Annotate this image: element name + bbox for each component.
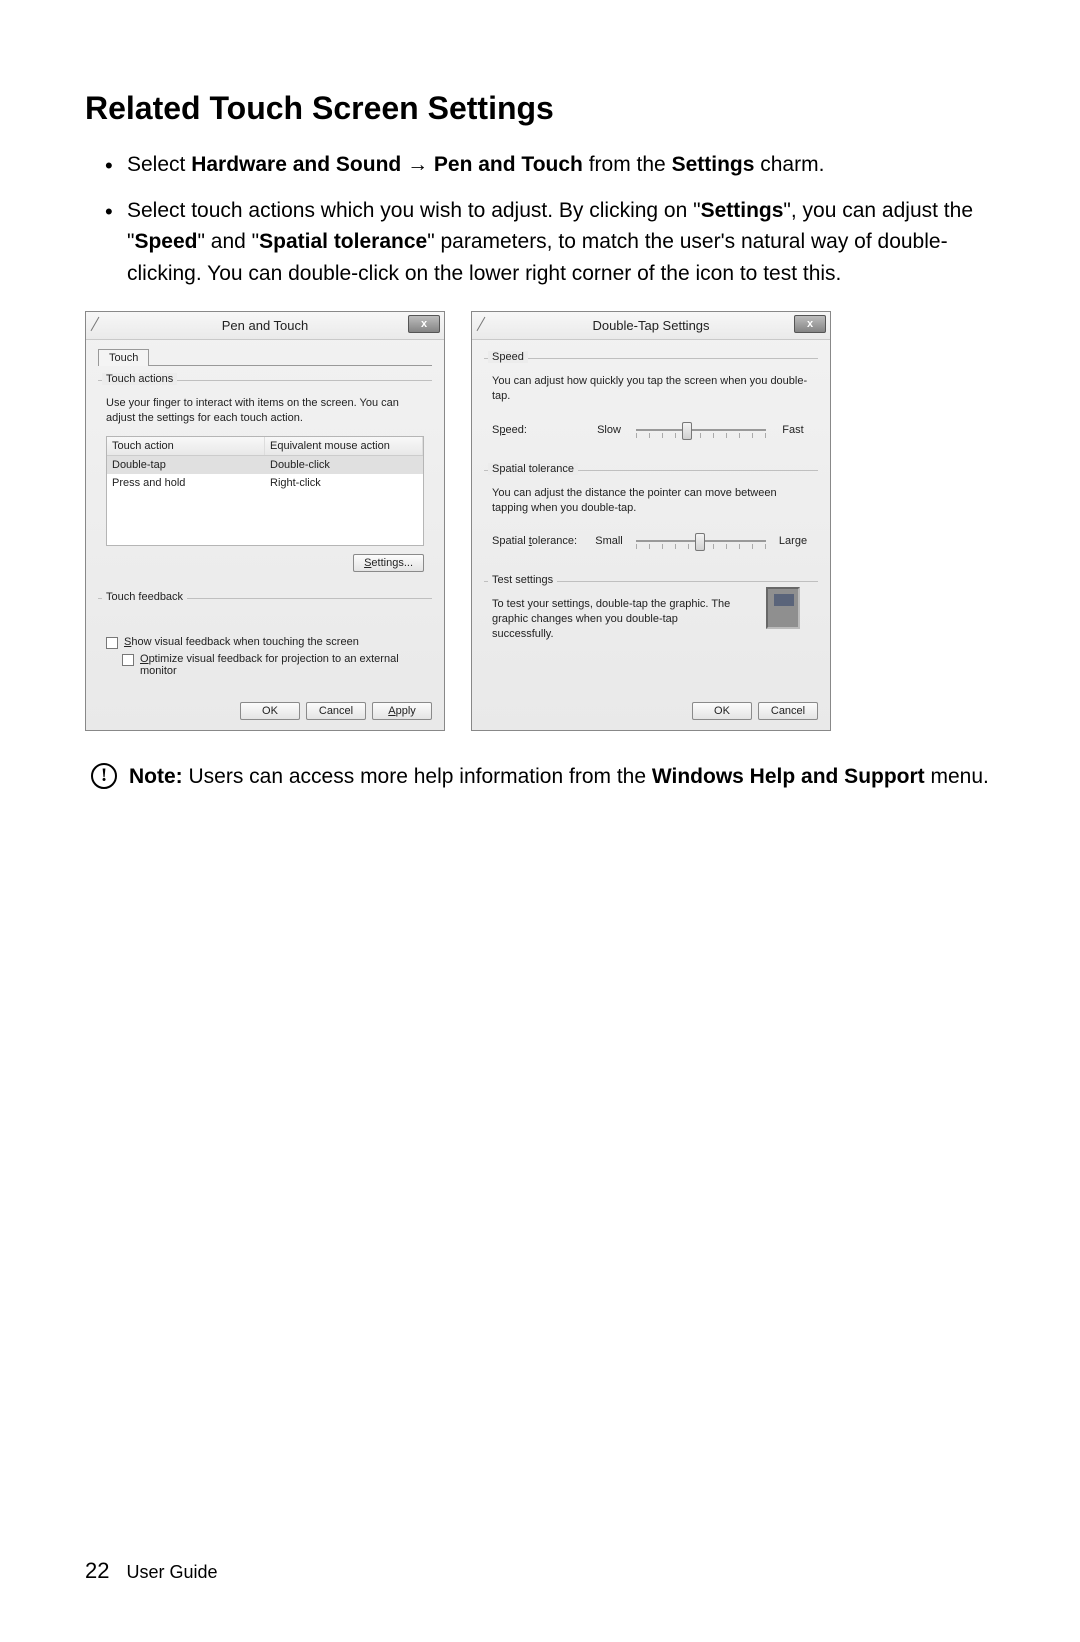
large-label: Large [776,535,810,547]
checkbox-show-feedback[interactable]: Show visual feedback when touching the s… [106,636,424,649]
bullet1-pen: Pen and Touch [434,153,583,176]
slow-label: Slow [592,424,626,436]
settings-button[interactable]: Settings... [353,554,424,572]
footer-label: User Guide [127,1562,218,1582]
group-label-touch-actions: Touch actions [102,373,177,385]
double-tap-settings-dialog: Double-Tap Settings x Speed You can adju… [471,311,831,731]
group-label-test: Test settings [488,574,557,586]
titlebar: Double-Tap Settings x [472,312,830,340]
instruction-list: Select Hardware and Sound → Pen and Touc… [85,149,995,289]
pen-and-touch-dialog: Pen and Touch x Touch Touch actions Use … [85,311,445,731]
group-label-spatial: Spatial tolerance [488,463,578,475]
slider-thumb[interactable] [695,533,705,551]
close-button[interactable]: x [794,315,826,333]
dialog-title: Double-Tap Settings [592,318,709,333]
pen-icon [477,317,499,339]
note-t2: menu. [925,765,989,788]
speed-group: Speed You can adjust how quickly you tap… [484,358,818,450]
close-button[interactable]: x [408,315,440,333]
bullet-1: Select Hardware and Sound → Pen and Touc… [105,149,995,181]
checkbox-icon [122,654,134,666]
bullet1-arrow: → [401,153,434,176]
touch-feedback-group: Touch feedback Show visual feedback when… [98,598,432,701]
group-label-speed: Speed [488,351,528,363]
ok-button[interactable]: OK [240,702,300,720]
cell: Right-click [265,474,423,492]
bullet-2: Select touch actions which you wish to a… [105,195,995,290]
titlebar: Pen and Touch x [86,312,444,340]
bullet2-t3: " and " [198,230,260,253]
test-desc: To test your settings, double-tap the gr… [492,597,732,642]
speed-slider[interactable] [636,420,766,440]
note-block: ! Note: Users can access more help infor… [85,761,995,793]
ok-button[interactable]: OK [692,702,752,720]
bullet1-settings: Settings [672,153,755,176]
touch-actions-desc: Use your finger to interact with items o… [106,396,424,426]
dialog-title: Pen and Touch [222,318,309,333]
spatial-slider[interactable] [636,531,766,551]
col-touch-action: Touch action [107,437,265,455]
tab-touch[interactable]: Touch [98,349,149,366]
bullet1-hardware: Hardware and Sound [191,153,401,176]
speed-desc: You can adjust how quickly you tap the s… [492,374,810,404]
touch-actions-group: Touch actions Use your finger to interac… [98,380,432,582]
small-label: Small [592,535,626,547]
note-t1: Users can access more help information f… [183,765,652,788]
page-footer: 22 User Guide [85,1558,218,1584]
group-label-touch-feedback: Touch feedback [102,591,187,603]
note-text: Note: Users can access more help informa… [129,761,989,793]
bullet1-pre: Select [127,153,191,176]
col-mouse-action: Equivalent mouse action [265,437,423,455]
apply-button[interactable]: Apply [372,702,432,720]
touch-actions-table: Touch action Equivalent mouse action Dou… [106,436,424,546]
spatial-tolerance-group: Spatial tolerance You can adjust the dis… [484,470,818,562]
bullet2-b3: Spatial tolerance [259,230,427,253]
cell: Press and hold [107,474,265,492]
spatial-desc: You can adjust the distance the pointer … [492,486,810,516]
bullet2-t1: Select touch actions which you wish to a… [127,199,701,222]
speed-label: Speed: [492,424,582,436]
note-lead: Note: [129,765,183,788]
bullet1-mid: from the [583,153,672,176]
note-icon: ! [91,763,117,789]
page-number: 22 [85,1558,109,1583]
cell: Double-click [265,456,423,474]
bullet2-b2: Speed [134,230,197,253]
test-settings-group: Test settings To test your settings, dou… [484,581,818,652]
checkbox-label: Show visual feedback when touching the s… [124,636,359,648]
slider-thumb[interactable] [682,422,692,440]
checkbox-icon [106,637,118,649]
bullet2-b1: Settings [701,199,784,222]
section-heading: Related Touch Screen Settings [85,90,995,127]
dialog-screenshots: Pen and Touch x Touch Touch actions Use … [85,311,995,731]
pen-icon [91,317,113,339]
cancel-button[interactable]: Cancel [306,702,366,720]
bullet1-post: charm. [754,153,824,176]
cell: Double-tap [107,456,265,474]
settings-btn-label: ettings... [371,557,413,569]
checkbox-label: Optimize visual feedback for projection … [140,653,424,677]
table-row[interactable]: Double-tap Double-click [107,456,423,474]
note-b1: Windows Help and Support [652,765,925,788]
spatial-label: Spatial tolerance: [492,535,582,547]
cancel-button[interactable]: Cancel [758,702,818,720]
checkbox-optimize-feedback[interactable]: Optimize visual feedback for projection … [106,653,424,677]
table-row[interactable]: Press and hold Right-click [107,474,423,492]
test-graphic[interactable] [766,587,800,629]
fast-label: Fast [776,424,810,436]
